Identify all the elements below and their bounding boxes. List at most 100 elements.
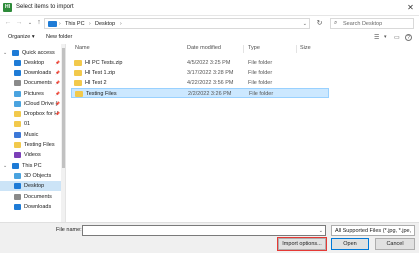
desktop-icon xyxy=(14,60,21,66)
view-dropdown-icon[interactable]: ▾ xyxy=(384,34,387,40)
back-arrow-icon[interactable]: ← xyxy=(3,18,13,28)
star-icon xyxy=(12,50,19,56)
address-bar[interactable]: › This PC › Desktop › ⌄ xyxy=(44,18,310,29)
downloads-icon xyxy=(14,204,21,210)
pin-icon: 📌 xyxy=(55,101,60,106)
forward-arrow-icon[interactable]: → xyxy=(14,18,24,28)
documents-icon xyxy=(14,194,21,200)
cloud-icon xyxy=(14,101,21,107)
expand-chevron-icon[interactable]: ⌄ xyxy=(3,163,7,169)
sidebar-item[interactable]: Desktop xyxy=(0,181,62,191)
sidebar-item-label: Downloads xyxy=(24,204,52,210)
column-divider[interactable] xyxy=(296,45,297,53)
downloads-icon xyxy=(14,70,21,76)
breadcrumb-separator-icon: › xyxy=(120,21,122,27)
sidebar-item[interactable]: Documents 📌 xyxy=(0,78,62,88)
breadcrumb-this-pc[interactable]: This PC xyxy=(65,21,85,27)
folder-icon xyxy=(14,121,21,127)
sidebar-item-label: Desktop xyxy=(24,60,45,66)
up-arrow-icon[interactable]: ↑ xyxy=(34,18,44,28)
sidebar-item-label: Desktop xyxy=(24,183,45,189)
sidebar-item[interactable]: iCloud Drive (📌 xyxy=(0,99,62,109)
sidebar-item-label: Pictures xyxy=(24,91,44,97)
sidebar-item[interactable]: Dropbox for H 📌 xyxy=(0,109,62,119)
pin-icon: 📌 xyxy=(55,91,60,96)
file-name-input[interactable]: ⌄ xyxy=(82,225,326,236)
column-divider[interactable] xyxy=(243,45,244,53)
column-header-date[interactable]: Date modified xyxy=(187,45,221,51)
organize-button[interactable]: Organize ▾ xyxy=(8,34,35,40)
folder-icon xyxy=(74,80,82,86)
sidebar-item[interactable]: Downloads 📌 xyxy=(0,68,62,78)
cancel-button[interactable]: Cancel xyxy=(375,238,415,250)
new-folder-button[interactable]: New folder xyxy=(46,34,72,40)
sidebar-item[interactable]: ⌄ This PC xyxy=(0,161,62,171)
column-header-size[interactable]: Size xyxy=(300,45,311,51)
column-header-name[interactable]: Name xyxy=(75,45,90,51)
file-name-dropdown-icon[interactable]: ⌄ xyxy=(319,228,323,234)
breadcrumb-desktop[interactable]: Desktop xyxy=(95,21,115,27)
scrollbar-thumb[interactable] xyxy=(62,48,65,168)
sidebar-item[interactable]: Downloads xyxy=(0,202,62,212)
expand-chevron-icon[interactable]: ⌄ xyxy=(3,50,7,56)
search-box[interactable]: ⌕ Search Desktop xyxy=(330,18,414,29)
close-button[interactable]: ✕ xyxy=(405,3,416,13)
view-options-icon[interactable]: ☰ xyxy=(374,34,379,41)
import-options-button[interactable]: Import options... xyxy=(277,237,327,251)
sidebar-item[interactable]: Desktop 📌 xyxy=(0,58,62,68)
title-bar: HI Select items to import ✕ xyxy=(0,0,419,16)
documents-icon xyxy=(14,80,21,86)
file-row[interactable]: Testing Files 2/2/2022 3:26 PM File folder xyxy=(71,88,329,98)
sidebar-item-label: Downloads xyxy=(24,70,52,76)
pin-icon: 📌 xyxy=(55,80,60,85)
preview-pane-icon[interactable]: ▭ xyxy=(394,34,400,41)
music-icon xyxy=(14,132,21,138)
file-name-label: File name: xyxy=(56,227,82,233)
navigation-pane: ⌄ Quick access Desktop 📌 Downloads 📌 Documents… xyxy=(0,44,66,222)
breadcrumb-separator-icon: › xyxy=(59,21,61,27)
sidebar-item[interactable]: Music xyxy=(0,130,62,140)
sidebar-item[interactable]: Videos xyxy=(0,150,62,160)
file-list: Name Date modified Type Size HI PC Tests… xyxy=(67,44,419,222)
file-name: HI Test 1.zip xyxy=(85,70,116,76)
file-name: Testing Files xyxy=(86,91,117,97)
column-header-type[interactable]: Type xyxy=(248,45,260,51)
pin-icon: 📌 xyxy=(55,60,60,65)
sidebar-scrollbar[interactable] xyxy=(61,44,65,222)
folder-icon xyxy=(75,91,83,97)
sidebar-item[interactable]: 01 xyxy=(0,119,62,129)
file-type-filter-value: All Supported Files (*.jpg, *.jpe, xyxy=(335,228,412,234)
search-input[interactable]: Search Desktop xyxy=(343,21,382,27)
file-row[interactable]: HI PC Tests.zip 4/5/2022 3:25 PM File fold… xyxy=(71,58,329,68)
file-row[interactable]: HI Test 1.zip 3/17/2022 3:28 PM File folde… xyxy=(71,68,329,78)
pc-icon xyxy=(12,163,19,169)
file-type: File folder xyxy=(248,70,273,76)
file-name: HI Test 2 xyxy=(85,80,107,86)
command-bar: Organize ▾ New folder ☰ ▾ ▭ ? xyxy=(0,32,419,44)
file-name: HI PC Tests.zip xyxy=(85,60,123,66)
sidebar-item-label: Testing Files xyxy=(24,142,55,148)
file-type: File folder xyxy=(248,80,273,86)
file-date-modified: 4/22/2022 3:56 PM xyxy=(187,80,234,86)
sidebar-item[interactable]: 3D Objects xyxy=(0,171,62,181)
folder-icon xyxy=(74,70,82,76)
sidebar-item-label: This PC xyxy=(22,163,42,169)
sidebar-item[interactable]: ⌄ Quick access xyxy=(0,48,62,58)
file-type-filter[interactable]: All Supported Files (*.jpg, *.jpe, xyxy=(331,225,415,236)
sidebar-item-label: Documents xyxy=(24,194,52,200)
file-row[interactable]: HI Test 2 4/22/2022 3:56 PM File folder xyxy=(71,78,329,88)
sidebar-item[interactable]: Documents xyxy=(0,192,62,202)
sidebar-item[interactable]: Testing Files xyxy=(0,140,62,150)
pin-icon: 📌 xyxy=(55,70,60,75)
address-dropdown-icon[interactable]: ⌄ xyxy=(303,21,307,27)
videos-icon xyxy=(14,152,21,158)
file-type: File folder xyxy=(249,91,274,97)
open-button[interactable]: Open xyxy=(331,238,369,250)
folder-icon xyxy=(74,60,82,66)
sidebar-item-label: Dropbox for H xyxy=(24,111,59,117)
refresh-icon[interactable]: ↻ xyxy=(314,18,325,29)
search-icon: ⌕ xyxy=(334,20,338,26)
sidebar-item[interactable]: Pictures 📌 xyxy=(0,89,62,99)
sidebar-item-label: 3D Objects xyxy=(24,173,52,179)
help-icon[interactable]: ? xyxy=(405,34,412,41)
